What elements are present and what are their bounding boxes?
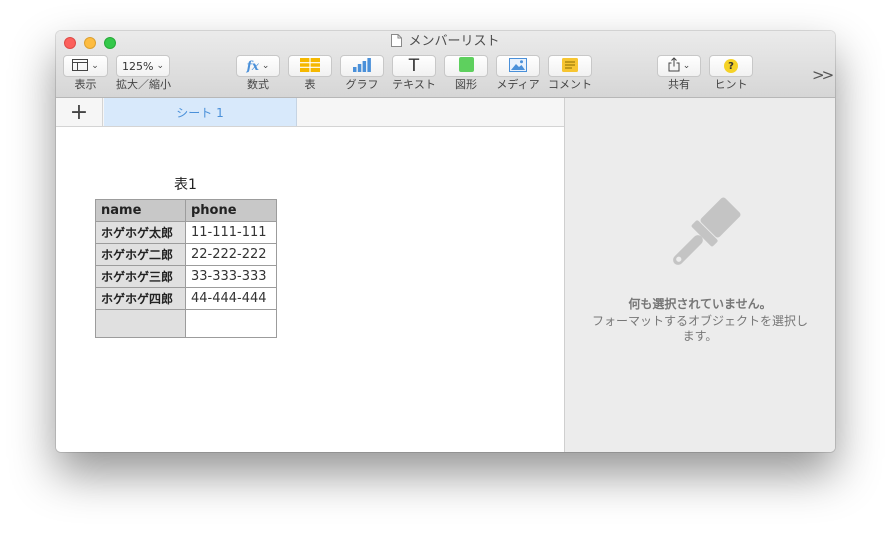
- zoom-select[interactable]: 125% ⌄: [116, 55, 170, 77]
- table-label: 表: [304, 78, 316, 91]
- table-row: ホゲホゲ二郎 22-222-222: [95, 243, 277, 266]
- header-cell-name[interactable]: name: [95, 199, 186, 222]
- text-label: テキスト: [392, 78, 436, 91]
- comment-button[interactable]: [548, 55, 592, 77]
- phone-cell[interactable]: 11-111-111: [185, 221, 277, 244]
- chevron-down-icon: ⌄: [682, 61, 691, 71]
- table-row: ホゲホゲ太郎 11-111-111: [95, 221, 277, 244]
- table-row: ホゲホゲ四郎 44-444-444: [95, 287, 277, 310]
- zoom-tool: 125% ⌄ 拡大／縮小: [116, 55, 171, 92]
- no-selection-description: フォーマットするオブジェクトを選択します。: [591, 314, 808, 343]
- name-cell[interactable]: ホゲホゲ太郎: [95, 221, 186, 244]
- phone-cell[interactable]: 33-333-333: [185, 265, 277, 288]
- comment-icon: [562, 57, 578, 75]
- sheet-canvas[interactable]: 表1 name phone ホゲホゲ太郎 11-111-111 ホゲホゲ二郎 2…: [56, 127, 564, 452]
- name-cell[interactable]: [95, 309, 186, 338]
- share-icon: [668, 57, 680, 75]
- table-row-empty: [95, 309, 277, 338]
- sheet-tab-bar: + シート 1: [56, 98, 564, 127]
- name-cell[interactable]: ホゲホゲ二郎: [95, 243, 186, 266]
- tab-sheet-1[interactable]: シート 1: [104, 98, 297, 126]
- hint-button[interactable]: ?: [709, 55, 753, 77]
- window-title-text: メンバーリスト: [408, 34, 500, 49]
- view-tool: ⌄ 表示: [63, 55, 108, 92]
- phone-cell[interactable]: 22-222-222: [185, 243, 277, 266]
- table-icon: [300, 57, 320, 75]
- document-icon: [391, 34, 403, 52]
- toolbar-overflow-icon[interactable]: >>: [812, 66, 834, 84]
- media-tool: メディア: [496, 55, 540, 92]
- paintbrush-icon: [656, 194, 744, 286]
- share-label: 共有: [668, 78, 690, 91]
- text-icon: T: [408, 56, 420, 76]
- media-button[interactable]: [496, 55, 540, 77]
- header-row: name phone: [95, 199, 277, 222]
- phone-cell[interactable]: [185, 309, 277, 338]
- chart-label: グラフ: [345, 78, 379, 91]
- shape-tool: 図形: [444, 55, 488, 92]
- name-cell[interactable]: ホゲホゲ四郎: [95, 287, 186, 310]
- formula-label: 数式: [247, 78, 269, 91]
- bar-chart-icon: [353, 57, 371, 75]
- add-sheet-button[interactable]: +: [56, 98, 103, 126]
- hint-label: ヒント: [714, 78, 748, 91]
- comment-tool: コメント: [548, 55, 592, 92]
- table-row: ホゲホゲ三郎 33-333-333: [95, 265, 277, 288]
- media-label: メディア: [496, 78, 540, 91]
- chart-button[interactable]: [340, 55, 384, 77]
- chevron-down-icon: ⌄: [156, 61, 164, 71]
- function-icon: fx: [246, 59, 259, 73]
- header-cell-phone[interactable]: phone: [185, 199, 277, 222]
- sidebar-layout-icon: [72, 58, 89, 74]
- chart-tool: グラフ: [340, 55, 384, 92]
- no-selection-title: 何も選択されていません。: [628, 297, 772, 311]
- name-cell[interactable]: ホゲホゲ三郎: [95, 265, 186, 288]
- zoom-label: 拡大／縮小: [116, 78, 171, 91]
- shape-icon: [458, 57, 474, 75]
- data-table[interactable]: name phone ホゲホゲ太郎 11-111-111 ホゲホゲ二郎 22-2…: [95, 199, 277, 338]
- shape-label: 図形: [455, 78, 477, 91]
- table-title[interactable]: 表1: [95, 174, 276, 194]
- share-tool: ⌄ 共有: [657, 55, 701, 92]
- formula-tool: fx ⌄ 数式: [236, 55, 280, 92]
- text-tool: T テキスト: [392, 55, 436, 92]
- chevron-down-icon: ⌄: [91, 61, 99, 71]
- chevron-down-icon: ⌄: [261, 61, 270, 71]
- text-button[interactable]: T: [392, 55, 436, 77]
- app-window: メンバーリスト ⌄ 表示 125% ⌄ 拡大／縮小 fx ⌄ 数式 表 グラフ …: [56, 31, 835, 452]
- view-label: 表示: [74, 78, 97, 91]
- shape-button[interactable]: [444, 55, 488, 77]
- comment-label: コメント: [548, 78, 592, 91]
- table-button[interactable]: [288, 55, 332, 77]
- title-bar: メンバーリスト ⌄ 表示 125% ⌄ 拡大／縮小 fx ⌄ 数式 表 グラフ …: [56, 31, 835, 98]
- format-inspector: 何も選択されていません。 フォーマットするオブジェクトを選択します。: [564, 98, 835, 452]
- image-icon: [509, 57, 527, 75]
- share-button[interactable]: ⌄: [657, 55, 701, 77]
- view-button[interactable]: ⌄: [63, 55, 108, 77]
- hint-tool: ? ヒント: [709, 55, 753, 92]
- phone-cell[interactable]: 44-444-444: [185, 287, 277, 310]
- zoom-value: 125%: [122, 59, 154, 73]
- formula-button[interactable]: fx ⌄: [236, 55, 280, 77]
- window-title: メンバーリスト: [56, 34, 835, 52]
- help-icon: ?: [724, 59, 738, 73]
- table-tool: 表: [288, 55, 332, 92]
